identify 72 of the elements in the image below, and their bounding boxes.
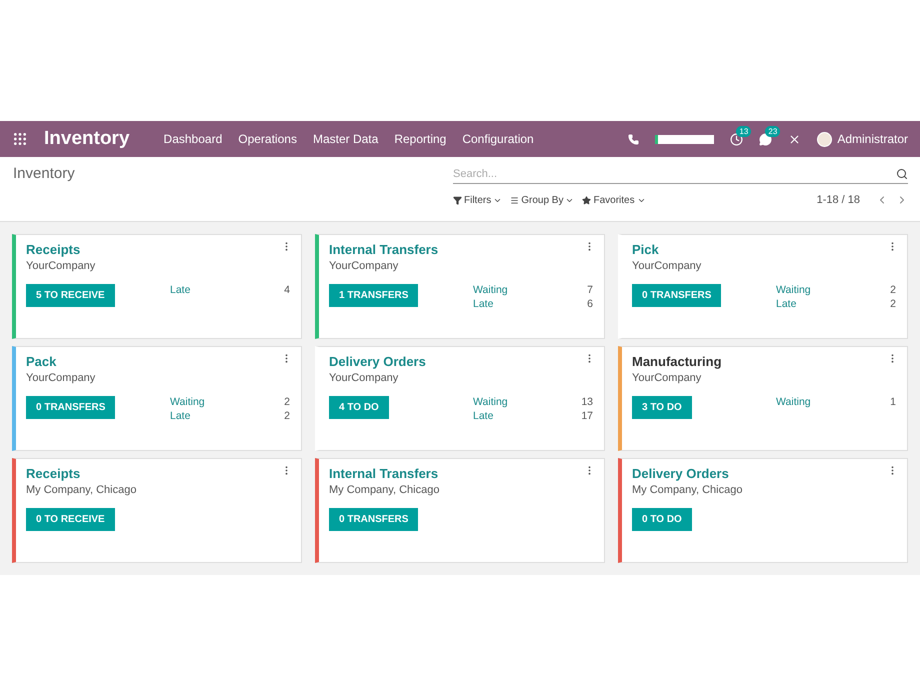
apps-menu-icon[interactable] — [12, 131, 28, 147]
stat-value: 6 — [587, 298, 593, 310]
chat-icon[interactable] — [759, 132, 772, 146]
filter-dropdown[interactable]: Filters — [453, 194, 502, 206]
stat-label[interactable]: Late — [170, 410, 190, 422]
list-icon — [510, 196, 520, 204]
stat-value: 13 — [581, 396, 593, 408]
stat-label[interactable]: Waiting — [473, 396, 508, 408]
user-menu[interactable]: Administrator — [817, 132, 908, 146]
company-name: YourCompany — [329, 260, 400, 272]
action-button[interactable]: 0 TRANSFERS — [329, 508, 418, 531]
stat-label[interactable]: Late — [473, 410, 494, 422]
avatar-icon — [817, 132, 832, 146]
company-name: My Company, Chicago — [632, 484, 744, 496]
stat-value: 2 — [284, 396, 290, 408]
stat-label[interactable]: Late — [776, 298, 796, 310]
card-title[interactable]: Receipts — [26, 242, 290, 257]
menu-item[interactable]: Reporting — [394, 132, 446, 146]
card-title[interactable]: Pick — [632, 242, 896, 257]
filter-dropdown[interactable]: Favorites — [582, 194, 646, 206]
company-name: YourCompany — [329, 372, 400, 384]
activity-count: 13 — [736, 126, 752, 136]
stat-label[interactable]: Waiting — [776, 284, 811, 296]
breadcrumb: Inventory — [13, 165, 75, 182]
star-icon — [582, 196, 592, 204]
company-name: YourCompany — [26, 260, 96, 272]
action-button[interactable]: 0 TRANSFERS — [632, 284, 722, 307]
stat-label[interactable]: Waiting — [170, 396, 205, 408]
message-count: 23 — [765, 126, 780, 136]
stat-label[interactable]: Waiting — [473, 284, 508, 296]
pager: 1-18 / 18 — [816, 194, 860, 206]
card-title[interactable]: Internal Transfers — [329, 242, 593, 257]
action-button[interactable]: 0 TO DO — [632, 508, 692, 531]
close-icon[interactable] — [788, 132, 802, 146]
menu-item[interactable]: Master Data — [312, 132, 378, 146]
stat-label[interactable]: Late — [170, 284, 190, 296]
action-button[interactable]: 0 TRANSFERS — [26, 396, 116, 419]
status-bar-drawing — [655, 134, 714, 144]
app-title: Inventory — [44, 128, 130, 150]
action-button[interactable]: 4 TO DO — [329, 396, 389, 419]
card-title[interactable]: Delivery Orders — [329, 354, 593, 369]
clock-icon[interactable] — [730, 132, 744, 146]
menu-item[interactable]: Operations — [238, 132, 297, 146]
company-name: My Company, Chicago — [329, 484, 440, 496]
card-title[interactable]: Pack — [26, 354, 290, 369]
company-name: YourCompany — [26, 372, 96, 384]
stat-value: 2 — [284, 410, 290, 422]
filter-dropdown[interactable]: Group By — [510, 194, 574, 206]
stat-value: 2 — [890, 298, 896, 310]
stat-label[interactable]: Waiting — [776, 396, 811, 408]
filter-icon — [453, 196, 462, 204]
action-button[interactable]: 1 TRANSFERS — [329, 284, 418, 307]
card-title[interactable]: Internal Transfers — [329, 466, 593, 481]
company-name: My Company, Chicago — [26, 484, 138, 496]
action-button[interactable]: 5 TO RECEIVE — [26, 284, 115, 307]
search-icon[interactable] — [896, 168, 908, 180]
stat-value: 17 — [581, 410, 593, 422]
card-title[interactable]: Receipts — [26, 466, 290, 481]
stat-value: 4 — [284, 284, 290, 296]
stat-label[interactable]: Late — [473, 298, 494, 310]
stat-value: 1 — [890, 396, 896, 408]
menu-item[interactable]: Dashboard — [164, 132, 222, 146]
stat-value: 2 — [890, 284, 896, 296]
card-title[interactable]: Delivery Orders — [632, 466, 896, 481]
menu-item[interactable]: Configuration — [462, 132, 534, 146]
action-button[interactable]: 3 TO DO — [632, 396, 692, 419]
stat-value: 7 — [587, 284, 593, 296]
phone-icon[interactable] — [628, 134, 640, 144]
card-title[interactable]: Manufacturing — [632, 354, 896, 369]
action-button[interactable]: 0 TO RECEIVE — [26, 508, 115, 531]
company-name: YourCompany — [632, 372, 702, 384]
company-name: YourCompany — [632, 260, 702, 272]
